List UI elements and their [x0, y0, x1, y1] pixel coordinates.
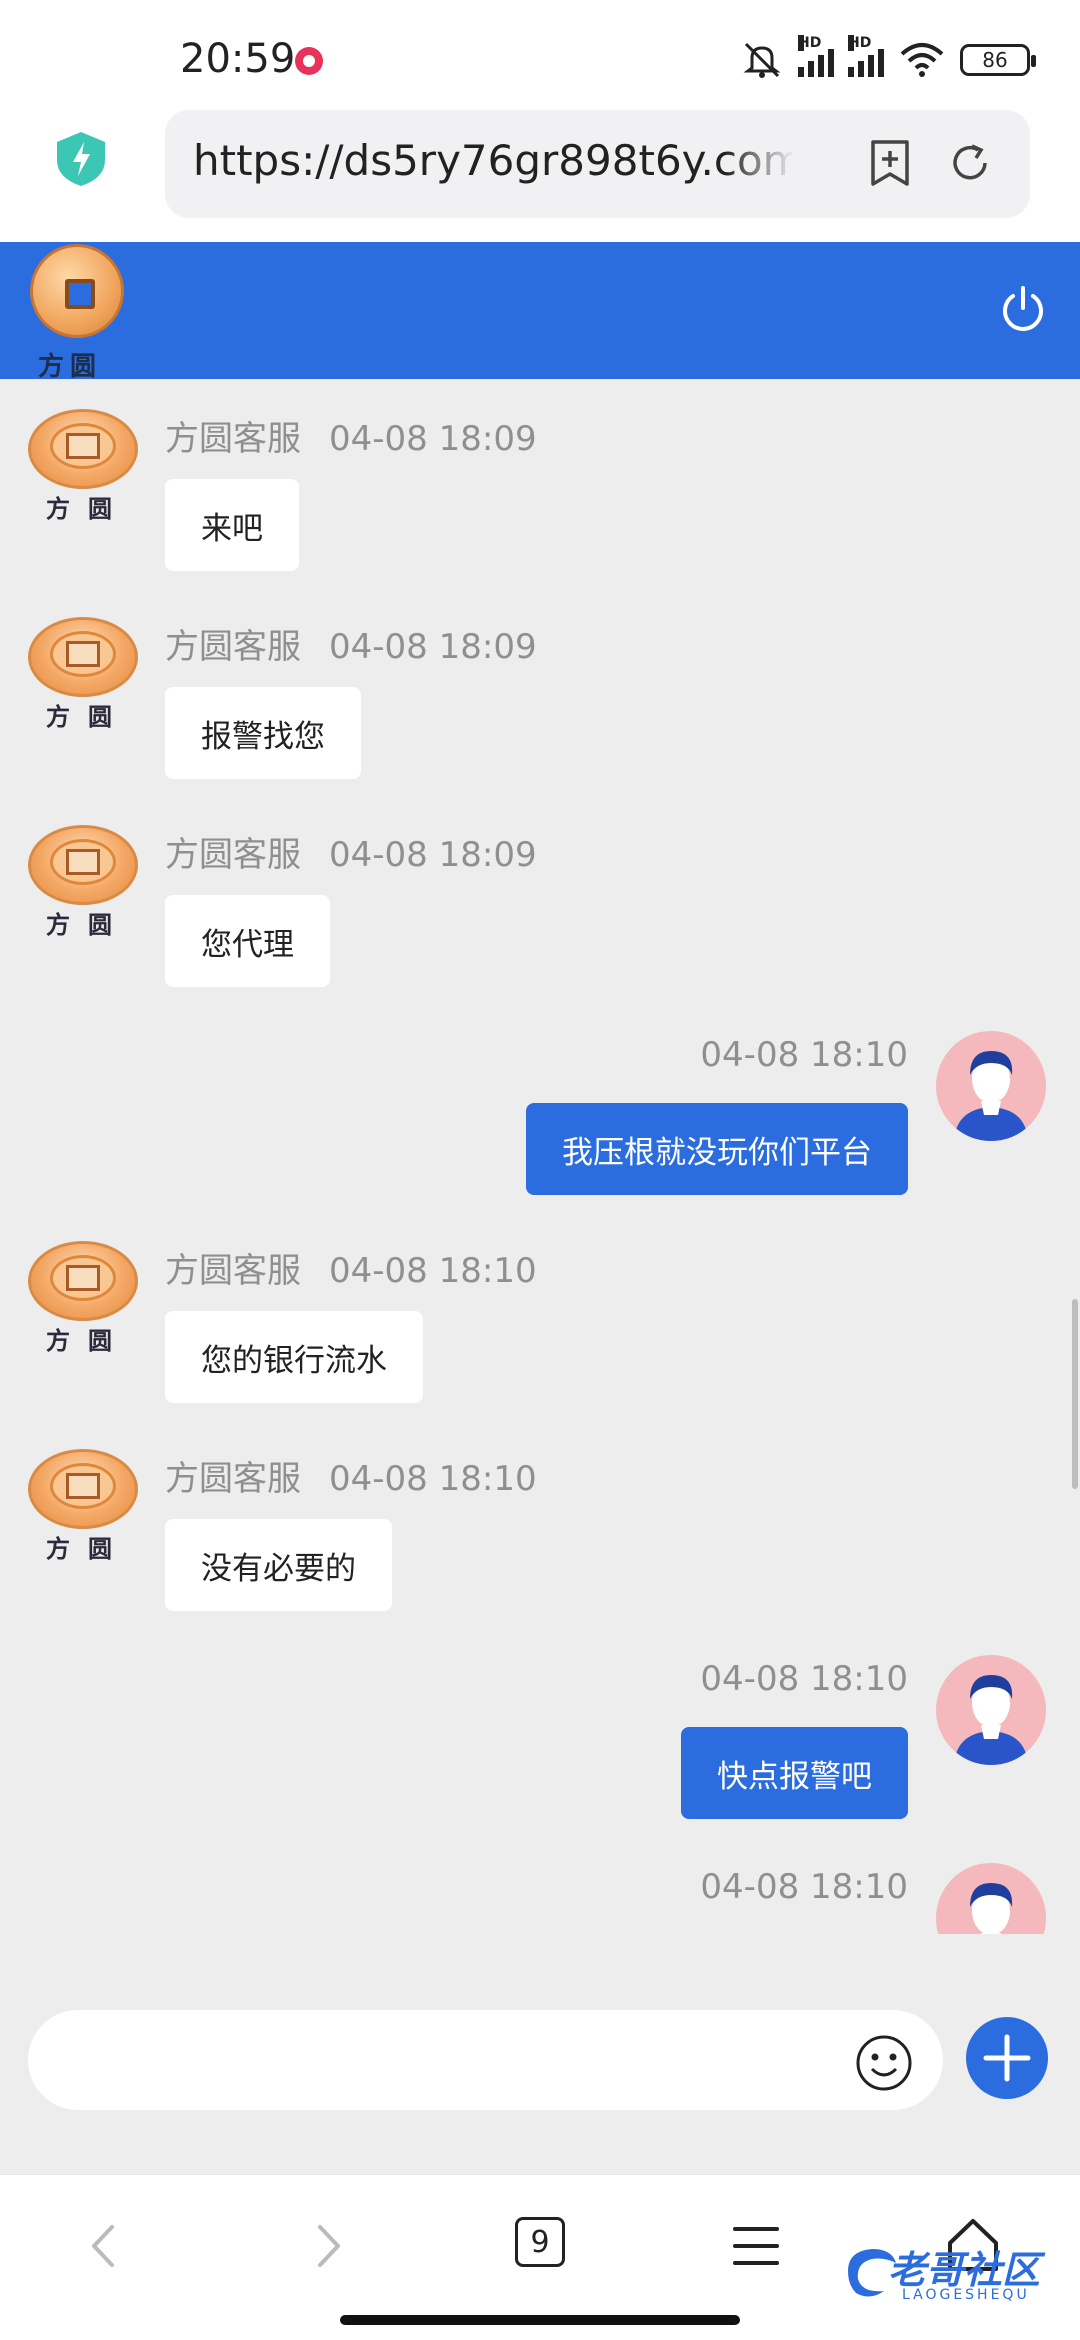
my-message-bubble[interactable]: 我压根就没玩你们平台: [526, 1103, 908, 1195]
agent-avatar: 方圆: [28, 825, 138, 939]
hd-label: HD: [798, 35, 822, 51]
message-meta: 方圆客服 04-08 18:09: [165, 619, 537, 668]
user-avatar-icon: [970, 1883, 1013, 1934]
status-bar: 20:59 HD HD 86: [0, 0, 1080, 110]
message-time: 04-08 18:10: [700, 1867, 908, 1907]
message-meta: 方圆客服 04-08 18:10: [165, 1451, 537, 1500]
agent-avatar: 方圆: [28, 1241, 138, 1355]
logo-text: 方圆: [38, 352, 103, 382]
add-bookmark-icon[interactable]: [865, 138, 915, 188]
tabs-button[interactable]: 9: [515, 2217, 565, 2267]
message-time: 04-08 18:10: [329, 1251, 537, 1291]
back-icon[interactable]: [70, 2211, 140, 2281]
browser-bottom-nav: 9 老哥社区 LAOGESHEQU: [0, 2174, 1080, 2340]
scrollbar[interactable]: [1072, 1299, 1078, 1489]
battery-icon: 86: [960, 44, 1036, 76]
user-avatar: [936, 1655, 1046, 1765]
home-indicator[interactable]: [340, 2315, 740, 2325]
message-meta: 方圆客服 04-08 18:10: [165, 1243, 537, 1292]
message-time: 04-08 18:09: [329, 419, 537, 459]
reload-icon[interactable]: [945, 138, 995, 188]
watermark: 老哥社区 LAOGESHEQU: [840, 2235, 1070, 2315]
hd-label-2: HD: [848, 35, 872, 51]
chat-area[interactable]: 方圆 方圆客服 04-08 18:09 来吧 方圆 方圆客服 04-08 18:09…: [0, 379, 1080, 1934]
power-icon[interactable]: [996, 282, 1050, 336]
emoji-icon[interactable]: [855, 2034, 913, 2092]
watermark-text: 老哥社区: [888, 2248, 1041, 2292]
input-bar: [0, 1934, 1080, 2174]
sender-name: 方圆客服: [165, 835, 301, 875]
plus-icon: [983, 2034, 1031, 2082]
url-fade: [725, 130, 795, 196]
user-avatar: [936, 1031, 1046, 1141]
sender-name: 方圆客服: [165, 1251, 301, 1291]
watermark-subtext: LAOGESHEQU: [902, 2287, 1030, 2303]
forward-icon[interactable]: [292, 2211, 362, 2281]
sender-name: 方圆客服: [165, 419, 301, 459]
message-time: 04-08 18:10: [329, 1459, 537, 1499]
app-header: 方圆: [0, 242, 1080, 382]
url-text[interactable]: https://ds5ry76gr898t6y.com: [193, 136, 793, 185]
agent-avatar: 方圆: [28, 1449, 138, 1563]
message-bubble[interactable]: 来吧: [165, 479, 299, 571]
attach-button[interactable]: [966, 2017, 1048, 2099]
message-bubble[interactable]: 您代理: [165, 895, 330, 987]
browser-bar: https://ds5ry76gr898t6y.com: [0, 110, 1080, 242]
user-avatar: [936, 1863, 1046, 1934]
status-icons: HD HD 86: [740, 35, 1036, 82]
message-meta: 方圆客服 04-08 18:09: [165, 411, 537, 460]
signal-icon-2: HD: [848, 35, 884, 77]
message-time: 04-08 18:10: [700, 1659, 908, 1699]
logo-coin: [30, 244, 124, 338]
app-logo: 方圆: [28, 242, 128, 382]
message-bubble[interactable]: 报警找您: [165, 687, 361, 779]
user-avatar-icon: [954, 1051, 1028, 1141]
menu-icon[interactable]: [721, 2211, 791, 2281]
sender-name: 方圆客服: [165, 1459, 301, 1499]
message-input[interactable]: [28, 2010, 943, 2110]
shield-icon[interactable]: [55, 130, 107, 188]
wifi-icon: [900, 43, 944, 77]
message-meta: 方圆客服 04-08 18:09: [165, 827, 537, 876]
user-avatar-icon: [954, 1675, 1028, 1765]
agent-avatar: 方圆: [28, 617, 138, 731]
signal-icon: HD: [798, 35, 834, 77]
message-time: 04-08 18:09: [329, 627, 537, 667]
mute-bell-icon: [743, 42, 781, 78]
agent-avatar: 方圆: [28, 409, 138, 523]
message-bubble[interactable]: 没有必要的: [165, 1519, 392, 1611]
sender-name: 方圆客服: [165, 627, 301, 667]
recording-icon: [295, 47, 323, 75]
message-time: 04-08 18:10: [700, 1035, 908, 1075]
message-time: 04-08 18:09: [329, 835, 537, 875]
message-bubble[interactable]: 您的银行流水: [165, 1311, 423, 1403]
my-message-bubble[interactable]: 快点报警吧: [681, 1727, 908, 1819]
status-time: 20:59: [180, 36, 296, 82]
url-bar[interactable]: https://ds5ry76gr898t6y.com: [165, 110, 1030, 218]
